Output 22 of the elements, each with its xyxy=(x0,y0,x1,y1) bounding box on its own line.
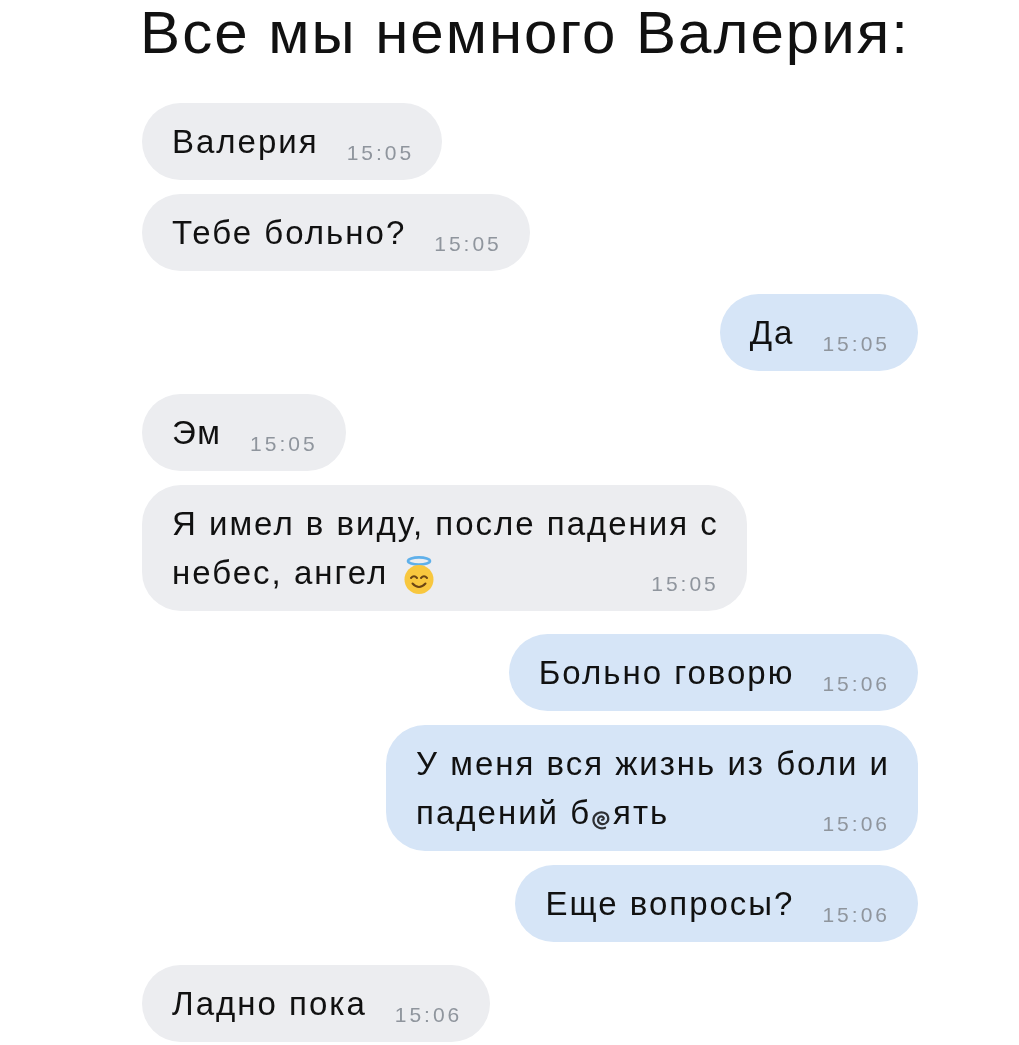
message-text: Валерия xyxy=(172,122,319,162)
message-text: Эм xyxy=(172,413,223,453)
message-time: 15:05 xyxy=(821,332,890,357)
page-title: Все мы немного Валерия: xyxy=(140,0,910,66)
message-time: 15:06 xyxy=(821,672,890,697)
message-text: У меня вся жизнь из боли и xyxy=(416,744,890,784)
message-text: Тебе больно? xyxy=(172,213,407,253)
message-text: Да xyxy=(749,313,795,353)
message-time: 15:05 xyxy=(433,232,502,257)
message-text: Я имел в виду, после падения с xyxy=(172,504,719,544)
message-time: 15:06 xyxy=(821,903,890,928)
message-time: 15:06 xyxy=(393,1003,463,1028)
message-text: падений б xyxy=(416,793,592,833)
message-time: 15:05 xyxy=(345,141,415,166)
message-time: 15:05 xyxy=(249,432,318,457)
message-text: Еще вопросы? xyxy=(545,884,795,924)
message-text: Ладно пока xyxy=(172,984,367,1024)
message-text: ять xyxy=(613,793,670,833)
message-text: Больно говорю xyxy=(538,653,795,693)
message-text: небес, ангел xyxy=(172,553,389,593)
message-time: 15:05 xyxy=(650,572,719,597)
message-time: 15:06 xyxy=(821,812,890,837)
